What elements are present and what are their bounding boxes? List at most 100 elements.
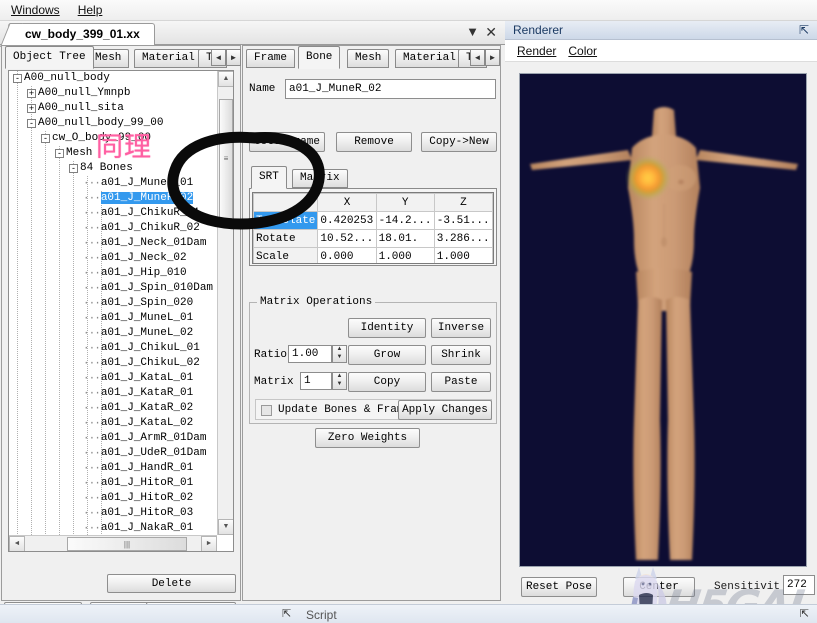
srt-cell[interactable]: -3.51...	[433, 211, 493, 230]
bone-name-input[interactable]: a01_J_MuneR_02	[285, 79, 496, 99]
matrix-stepper-up-icon[interactable]: ▲	[333, 373, 346, 381]
ratio-input[interactable]: 1.00	[288, 345, 332, 363]
tree-item[interactable]: ···a01_J_NakaR_01	[83, 521, 193, 536]
script-pin-icon[interactable]: ⇱	[282, 607, 291, 620]
srt-row[interactable]: Translate 0.420253 -14.2... -3.51...	[253, 211, 493, 230]
srt-column-header[interactable]: X	[317, 193, 377, 212]
tree-item[interactable]: ···a01_J_ChikuL_02	[83, 356, 200, 371]
bone-tabstrip-scroll-left-icon[interactable]: ◄	[470, 49, 485, 66]
tab-mesh-right[interactable]: Mesh	[347, 49, 390, 68]
tree-item[interactable]: ···a01_J_KataR_01	[83, 386, 193, 401]
srt-cell[interactable]: 0.420253	[317, 211, 377, 230]
matrix-stepper-down-icon[interactable]: ▼	[333, 381, 346, 389]
tree-item[interactable]: ···a01_J_Spin_010Dam	[83, 281, 213, 296]
tree-item[interactable]: - A00_null_body	[13, 71, 110, 86]
tree-toggle-icon[interactable]: -	[27, 119, 36, 128]
menu-windows[interactable]: Windows	[2, 1, 69, 19]
tree-item[interactable]: ···a01_J_ChikuR_02	[83, 221, 200, 236]
srt-cell[interactable]: 18.01.	[375, 229, 435, 248]
scroll-right-icon[interactable]: ►	[201, 536, 217, 551]
tree-item[interactable]: ···a01_J_HandR_01	[83, 461, 193, 476]
matrix-number-stepper[interactable]: ▲ ▼	[332, 372, 347, 390]
copy-button[interactable]: Copy	[348, 372, 426, 392]
tree-item[interactable]: + A00_null_sita	[27, 101, 124, 116]
srt-row[interactable]: Rotate 10.52... 18.01. 3.286...	[253, 229, 493, 248]
srt-column-header[interactable]	[253, 193, 319, 212]
tab-srt[interactable]: SRT	[251, 166, 287, 189]
tree-item[interactable]: ···a01_J_HitoR_02	[83, 491, 193, 506]
tree-item[interactable]: ···a01_J_Hip_010	[83, 266, 187, 281]
srt-cell[interactable]: 1.000	[375, 247, 435, 263]
tree-toggle-icon[interactable]: -	[69, 164, 78, 173]
document-tab[interactable]: cw_body_399_01.xx	[8, 23, 155, 45]
srt-row-header[interactable]: Rotate	[253, 229, 319, 248]
goto-frame-button[interactable]: Goto Frame	[249, 132, 325, 152]
tree-item[interactable]: + A00_null_Ymnpb	[27, 86, 130, 101]
tree-item[interactable]: ···a01_J_HitoR_01	[83, 476, 193, 491]
tree-toggle-icon[interactable]: -	[13, 74, 22, 83]
tree-toggle-icon[interactable]: -	[41, 134, 50, 143]
update-bones-checkbox[interactable]	[261, 405, 272, 416]
srt-cell[interactable]: 10.52...	[317, 229, 377, 248]
bone-tabstrip-scroll-right-icon[interactable]: ►	[485, 49, 500, 66]
tree-item[interactable]: ···a01_J_MuneR_02	[83, 191, 194, 206]
tree-item[interactable]: ···a01_J_UdeR_01Dam	[83, 446, 206, 461]
scroll-down-icon[interactable]: ▼	[218, 519, 233, 535]
tree-item[interactable]: ···a01_J_KataR_02	[83, 401, 193, 416]
srt-cell[interactable]: -14.2...	[375, 211, 435, 230]
tabstrip-scroll-left-icon[interactable]: ◄	[211, 49, 226, 66]
tree-item[interactable]: ···a01_J_KataL_01	[83, 371, 193, 386]
ratio-stepper[interactable]: ▲ ▼	[332, 345, 347, 363]
srt-cell[interactable]: 3.286...	[433, 229, 493, 248]
reset-pose-button[interactable]: Reset Pose	[521, 577, 597, 597]
srt-cell[interactable]: 0.000	[317, 247, 377, 263]
ratio-stepper-down-icon[interactable]: ▼	[333, 354, 346, 362]
scroll-up-icon[interactable]: ▲	[218, 71, 233, 87]
menu-help[interactable]: Help	[69, 1, 112, 19]
shrink-button[interactable]: Shrink	[431, 345, 491, 365]
tree-item[interactable]: ···a01_J_ChikuR_01	[83, 206, 200, 221]
tree-horizontal-scrollbar[interactable]: ◄ ||| ►	[9, 535, 217, 551]
srt-row-header[interactable]: Scale	[253, 247, 319, 263]
srt-column-header[interactable]: Z	[433, 193, 493, 212]
grow-button[interactable]: Grow	[348, 345, 426, 365]
identity-button[interactable]: Identity	[348, 318, 426, 338]
srt-row-header[interactable]: Translate	[253, 211, 319, 230]
paste-button[interactable]: Paste	[431, 372, 491, 392]
tab-matrix[interactable]: Matrix	[292, 169, 348, 188]
tree-item[interactable]: ···a01_J_Spin_020	[83, 296, 193, 311]
tree-hscroll-thumb[interactable]: |||	[67, 537, 187, 551]
tree-toggle-icon[interactable]: -	[55, 149, 64, 158]
tree-item[interactable]: ···a01_J_ArmR_01Dam	[83, 431, 206, 446]
tree-item[interactable]: - Mesh	[55, 146, 92, 161]
dock-pin-icon-2[interactable]: ⇱	[800, 607, 809, 620]
srt-grid[interactable]: X Y Z Translate 0.420253 -14.2... -3.51... Rota…	[252, 192, 494, 264]
srt-column-header[interactable]: Y	[375, 193, 435, 212]
inverse-button[interactable]: Inverse	[431, 318, 491, 338]
tab-bone[interactable]: Bone	[298, 46, 341, 69]
tree-item[interactable]: ···a01_J_MuneL_01	[83, 311, 193, 326]
tab-object-tree[interactable]: Object Tree	[5, 46, 94, 69]
scroll-left-icon[interactable]: ◄	[9, 536, 25, 551]
srt-cell[interactable]: 1.000	[433, 247, 493, 263]
ratio-stepper-up-icon[interactable]: ▲	[333, 346, 346, 354]
tab-material-left[interactable]: Material	[134, 49, 203, 68]
srt-row[interactable]: Scale 0.000 1.000 1.000	[253, 247, 493, 263]
apply-changes-button[interactable]: Apply Changes	[398, 400, 492, 420]
menu-render[interactable]: Render	[517, 44, 568, 58]
tree-item[interactable]: ···a01_J_Neck_01Dam	[83, 236, 206, 251]
chevron-down-icon[interactable]: ▼	[466, 24, 479, 39]
close-icon[interactable]: ✕	[485, 24, 497, 41]
tabstrip-scroll-right-icon[interactable]: ►	[226, 49, 241, 66]
script-label[interactable]: Script	[306, 608, 337, 622]
tree-toggle-icon[interactable]: +	[27, 89, 36, 98]
tree-item[interactable]: ···a01_J_MuneR_01	[83, 176, 193, 191]
zero-weights-button[interactable]: Zero Weights	[315, 428, 420, 448]
tree-item[interactable]: ···a01_J_Neck_02	[83, 251, 187, 266]
tree-item[interactable]: ···a01_J_MuneL_02	[83, 326, 193, 341]
pin-icon[interactable]: ⇱	[799, 23, 809, 37]
delete-button[interactable]: Delete	[107, 574, 236, 593]
tab-frame[interactable]: Frame	[246, 49, 296, 68]
menu-color[interactable]: Color	[568, 44, 609, 58]
tree-item[interactable]: ···a01_J_HitoR_03	[83, 506, 193, 521]
